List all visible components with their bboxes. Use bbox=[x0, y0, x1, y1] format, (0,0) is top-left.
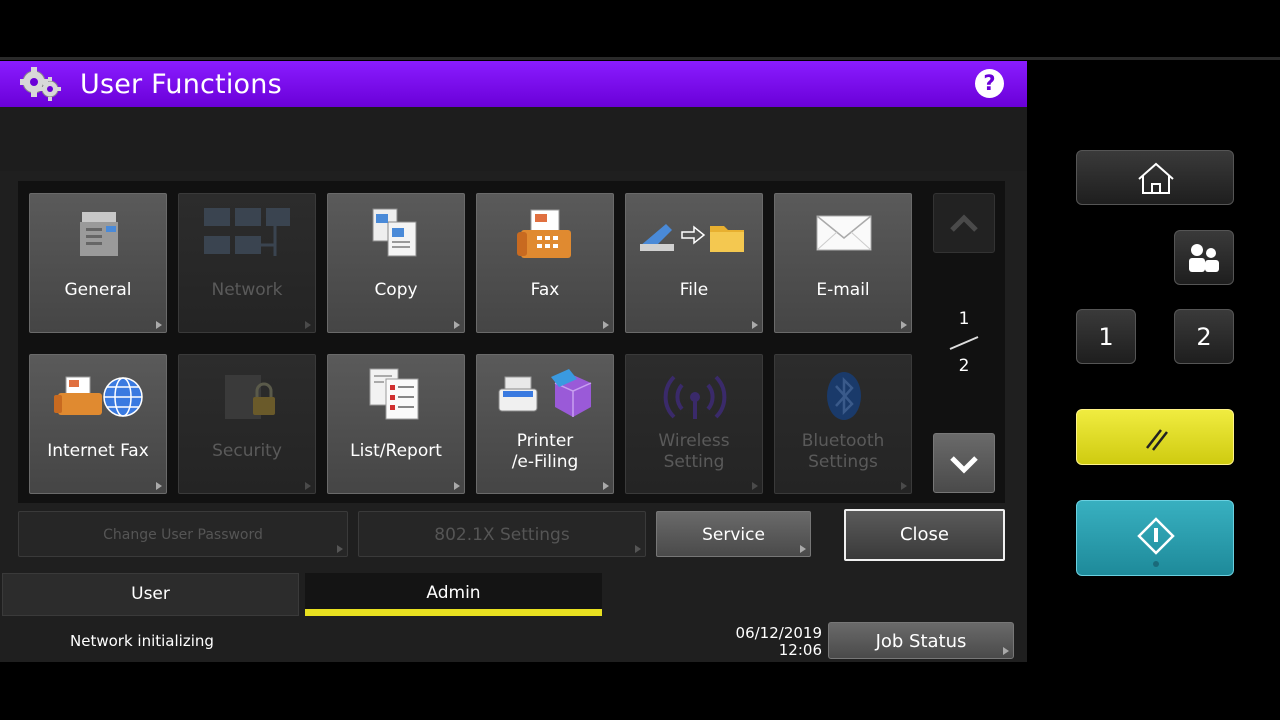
start-icon bbox=[1137, 517, 1175, 567]
tab-admin[interactable]: Admin bbox=[305, 573, 602, 616]
printer-efiling-tile[interactable]: Printer /e-Filing bbox=[476, 354, 614, 494]
change-user-password-button: Change User Password bbox=[18, 511, 348, 557]
chevron-down-icon bbox=[950, 456, 978, 474]
home-button[interactable] bbox=[1076, 150, 1234, 205]
page-divider bbox=[949, 336, 979, 350]
tile-label: Printer /e-Filing bbox=[511, 431, 579, 472]
help-icon[interactable]: ? bbox=[975, 69, 1004, 98]
start-button[interactable] bbox=[1076, 500, 1234, 576]
user-login-button[interactable] bbox=[1174, 230, 1234, 285]
page-title: User Functions bbox=[80, 68, 282, 100]
envelope-icon bbox=[816, 215, 872, 251]
list-report-tile[interactable]: List/Report bbox=[327, 354, 465, 494]
tile-label: Bluetooth Settings bbox=[801, 431, 885, 472]
page-current: 1 bbox=[958, 309, 970, 329]
bluetooth-settings-tile: Bluetooth Settings bbox=[774, 354, 912, 494]
security-lock-icon bbox=[225, 375, 275, 419]
tile-label: Copy bbox=[374, 280, 418, 300]
home-icon bbox=[1138, 162, 1174, 194]
general-tile[interactable]: General bbox=[29, 193, 167, 333]
internet-fax-icon bbox=[54, 376, 143, 417]
users-key-icon bbox=[1189, 244, 1219, 272]
tile-label: E-mail bbox=[816, 280, 870, 300]
wireless-icon bbox=[663, 375, 727, 419]
status-message: Network initializing bbox=[70, 632, 214, 650]
internet-fax-tile[interactable]: Internet Fax bbox=[29, 354, 167, 494]
copy-icon bbox=[372, 208, 417, 257]
scroll-down-button[interactable] bbox=[933, 433, 995, 493]
security-tile: Security bbox=[178, 354, 316, 494]
fax-tile[interactable]: Fax bbox=[476, 193, 614, 333]
date-time: 06/12/2019 12:06 bbox=[700, 625, 822, 659]
dot1x-settings-button: 802.1X Settings bbox=[358, 511, 646, 557]
network-tile: Network bbox=[178, 193, 316, 333]
report-list-icon bbox=[369, 368, 419, 420]
tile-label: Network bbox=[211, 280, 283, 300]
tile-label: Internet Fax bbox=[47, 441, 149, 461]
tile-label: Fax bbox=[530, 280, 560, 300]
printer-box-icon bbox=[498, 369, 592, 417]
tile-label: File bbox=[679, 280, 709, 300]
tile-label: Security bbox=[212, 441, 282, 461]
tile-label: List/Report bbox=[350, 441, 442, 461]
tab-user[interactable]: User bbox=[2, 573, 299, 616]
service-button[interactable]: Service bbox=[656, 511, 811, 557]
gear-icon bbox=[18, 64, 64, 104]
close-button[interactable]: Close bbox=[844, 509, 1005, 561]
chevron-up-icon bbox=[950, 214, 978, 232]
user-functions-panel: User Functions ? General Network Copy Fa… bbox=[0, 61, 1027, 662]
function-grid: General Network Copy Fax File E-mail Int… bbox=[18, 181, 1005, 503]
page-total: 2 bbox=[958, 356, 970, 376]
copy-tile[interactable]: Copy bbox=[327, 193, 465, 333]
fax-icon bbox=[517, 209, 571, 258]
email-tile[interactable]: E-mail bbox=[774, 193, 912, 333]
copier-icon bbox=[80, 212, 118, 256]
wireless-setting-tile: Wireless Setting bbox=[625, 354, 763, 494]
tile-label: General bbox=[64, 280, 132, 300]
tile-label: Wireless Setting bbox=[658, 431, 730, 472]
scan-to-folder-icon bbox=[640, 224, 744, 252]
scroll-up-button bbox=[933, 193, 995, 253]
bluetooth-icon bbox=[827, 372, 861, 420]
title-bar: User Functions ? bbox=[0, 61, 1027, 107]
memory-2-button[interactable]: 2 bbox=[1174, 309, 1234, 364]
info-bar bbox=[0, 107, 1027, 171]
clear-button[interactable] bbox=[1076, 409, 1234, 465]
date: 06/12/2019 bbox=[735, 624, 822, 642]
network-icon bbox=[204, 208, 290, 256]
job-status-button[interactable]: Job Status bbox=[828, 622, 1014, 659]
memory-1-button[interactable]: 1 bbox=[1076, 309, 1136, 364]
clear-icon bbox=[1146, 429, 1168, 451]
file-tile[interactable]: File bbox=[625, 193, 763, 333]
time: 12:06 bbox=[778, 641, 822, 659]
